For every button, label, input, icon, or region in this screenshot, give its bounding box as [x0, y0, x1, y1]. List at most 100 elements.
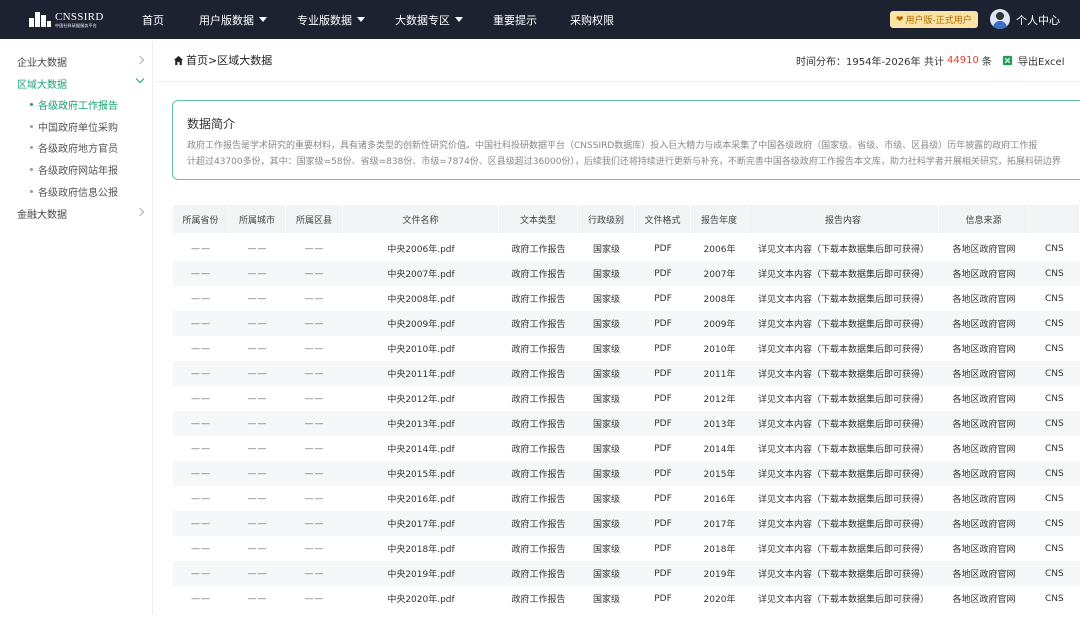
cell-filename: 中央2014年.pdf — [387, 445, 455, 455]
column-header-report-year[interactable]: 报告年度 — [691, 205, 748, 233]
column-header-text-type[interactable]: 文本类型 — [499, 205, 578, 233]
cell-extra: CNS — [1045, 343, 1064, 354]
breadcrumb-text[interactable]: 首页>区域大数据 — [186, 52, 272, 68]
cell-report-content: 详见文本内容（下载本数据集后即可获得） — [757, 570, 929, 580]
sidebar-subitem-gov-purchase[interactable]: 中国政府单位采购 — [30, 116, 118, 136]
cell-admin-level: 国家级 — [592, 470, 620, 480]
avatar[interactable] — [990, 9, 1010, 29]
sidebar-item-region[interactable]: 区域大数据 — [17, 73, 145, 93]
table-row[interactable]: —— —— —— 中央2016年.pdf 政府工作报告 国家级 PDF 2016年 详见文本内容… — [173, 486, 1080, 511]
cell-city: —— — [247, 493, 268, 504]
nav-notice[interactable]: 重要提示 — [493, 0, 537, 39]
table-row[interactable]: —— —— —— 中央2020年.pdf 政府工作报告 国家级 PDF 2020年 详见文本内容… — [173, 586, 1080, 611]
cell-report-year: 2009年 — [703, 320, 736, 330]
export-excel-button[interactable]: 导出Excel — [1002, 50, 1065, 70]
column-header-file-format[interactable]: 文件格式 — [635, 205, 691, 233]
column-header-extra[interactable] — [1029, 205, 1080, 233]
cell-city: —— — [247, 418, 268, 429]
nav-purchase[interactable]: 采购权限 — [570, 0, 614, 39]
cell-city: —— — [247, 293, 268, 304]
table-row[interactable]: —— —— —— 中央2009年.pdf 政府工作报告 国家级 PDF 2009年 详见文本内容… — [173, 311, 1080, 336]
cell-county: —— — [304, 468, 325, 479]
cell-report-content: 详见文本内容（下载本数据集后即可获得） — [757, 545, 929, 555]
sidebar-item-enterprise[interactable]: 企业大数据 — [17, 51, 145, 71]
table-row[interactable]: —— —— —— 中央2015年.pdf 政府工作报告 国家级 PDF 2015年 详见文本内容… — [173, 461, 1080, 486]
cell-report-content: 详见文本内容（下载本数据集后即可获得） — [757, 320, 929, 330]
excel-icon — [1002, 55, 1013, 65]
cell-text-type: 政府工作报告 — [511, 595, 566, 605]
column-header-report-content[interactable]: 报告内容 — [748, 205, 939, 233]
cell-report-year: 2012年 — [703, 395, 736, 405]
column-header-county[interactable]: 所属区县 — [286, 205, 343, 233]
cell-report-year: 2018年 — [703, 545, 736, 555]
cell-source: 各地区政府官网 — [952, 520, 1016, 530]
table-row[interactable]: —— —— —— 中央2011年.pdf 政府工作报告 国家级 PDF 2011年 详见文本内容… — [173, 361, 1080, 386]
cell-file-format: PDF — [654, 393, 672, 404]
caret-down-icon — [455, 17, 463, 22]
cell-county: —— — [304, 293, 325, 304]
table-row[interactable]: —— —— —— 中央2006年.pdf 政府工作报告 国家级 PDF 2006年 详见文本内容… — [173, 236, 1080, 261]
cell-extra: CNS — [1045, 493, 1064, 504]
table-row[interactable]: —— —— —— 中央2008年.pdf 政府工作报告 国家级 PDF 2008年 详见文本内容… — [173, 286, 1080, 311]
cell-file-format: PDF — [654, 443, 672, 454]
nav-bigdata[interactable]: 大数据专区 — [395, 0, 463, 39]
cell-source: 各地区政府官网 — [952, 295, 1016, 305]
table-row[interactable]: —— —— —— 中央2014年.pdf 政府工作报告 国家级 PDF 2014年 详见文本内容… — [173, 436, 1080, 461]
column-header-source[interactable]: 信息来源 — [939, 205, 1029, 233]
cell-text-type: 政府工作报告 — [511, 545, 566, 555]
column-header-province[interactable]: 所属省份 — [173, 205, 229, 233]
cell-report-year: 2013年 — [703, 420, 736, 430]
home-icon[interactable] — [173, 55, 184, 66]
user-tier-badge[interactable]: ❤ 用户版-正式用户 — [890, 11, 978, 28]
nav-pro-data[interactable]: 专业版数据 — [297, 0, 365, 39]
column-header-city[interactable]: 所属城市 — [229, 205, 286, 233]
cell-county: —— — [304, 268, 325, 279]
cell-admin-level: 国家级 — [592, 270, 620, 280]
table-row[interactable]: —— —— —— 中央2012年.pdf 政府工作报告 国家级 PDF 2012年 详见文本内容… — [173, 386, 1080, 411]
cell-report-content: 详见文本内容（下载本数据集后即可获得） — [757, 470, 929, 480]
table-row[interactable]: —— —— —— 中央2007年.pdf 政府工作报告 国家级 PDF 2007年 详见文本内容… — [173, 261, 1080, 286]
table-row[interactable]: —— —— —— 中央2019年.pdf 政府工作报告 国家级 PDF 2019年 详见文本内容… — [173, 561, 1080, 586]
cell-city: —— — [247, 318, 268, 329]
cell-source: 各地区政府官网 — [952, 495, 1016, 505]
cell-report-year: 2015年 — [703, 470, 736, 480]
cell-province: —— — [191, 518, 211, 529]
cell-county: —— — [304, 518, 325, 529]
profile-link[interactable]: 个人中心 — [1016, 0, 1060, 39]
column-header-filename[interactable]: 文件名称 — [343, 205, 499, 233]
cell-file-format: PDF — [654, 518, 672, 529]
cell-text-type: 政府工作报告 — [511, 470, 566, 480]
table-row[interactable]: —— —— —— 中央2013年.pdf 政府工作报告 国家级 PDF 2013年 详见文本内容… — [173, 411, 1080, 436]
column-header-admin-level[interactable]: 行政级别 — [578, 205, 635, 233]
cell-province: —— — [191, 568, 211, 579]
cell-extra: CNS — [1045, 593, 1064, 604]
table-row[interactable]: —— —— —— 中央2018年.pdf 政府工作报告 国家级 PDF 2018年 详见文本内容… — [173, 536, 1080, 561]
cell-filename: 中央2011年.pdf — [387, 370, 455, 380]
cell-city: —— — [247, 593, 268, 604]
sidebar-subitem-officials[interactable]: 各级政府地方官员 — [30, 137, 118, 157]
cell-admin-level: 国家级 — [592, 420, 620, 430]
table-row[interactable]: —— —— —— 中央2017年.pdf 政府工作报告 国家级 PDF 2017年 详见文本内容… — [173, 511, 1080, 536]
sidebar-subitem-gov-report[interactable]: 各级政府工作报告 — [30, 94, 118, 114]
sidebar-subitem-web-annual[interactable]: 各级政府网站年报 — [30, 159, 118, 179]
cell-admin-level: 国家级 — [592, 495, 620, 505]
cell-source: 各地区政府官网 — [952, 470, 1016, 480]
cell-extra: CNS — [1045, 418, 1064, 429]
sidebar-subitem-gazette[interactable]: 各级政府信息公报 — [30, 181, 118, 201]
cell-admin-level: 国家级 — [592, 445, 620, 455]
cell-report-year: 2008年 — [703, 295, 736, 305]
sidebar-item-finance[interactable]: 金融大数据 — [17, 203, 145, 223]
cell-report-year: 2016年 — [703, 495, 736, 505]
data-table: 所属省份 所属城市 所属区县 文件名称 文本类型 行政级别 文件格式 报告年度 报告内容 信息来源… — [173, 205, 1080, 617]
nav-user-data[interactable]: 用户版数据 — [199, 0, 267, 39]
cell-report-content: 详见文本内容（下载本数据集后即可获得） — [757, 520, 929, 530]
cell-text-type: 政府工作报告 — [511, 520, 566, 530]
cell-filename: 中央2015年.pdf — [387, 470, 455, 480]
table-row[interactable]: —— —— —— 中央2010年.pdf 政府工作报告 国家级 PDF 2010年 详见文本内容… — [173, 336, 1080, 361]
site-logo[interactable]: CNSSIRD 中国社科研据服务平台 — [29, 10, 104, 29]
cell-source: 各地区政府官网 — [952, 570, 1016, 580]
cell-source: 各地区政府官网 — [952, 545, 1016, 555]
cell-extra: CNS — [1045, 243, 1064, 254]
nav-home[interactable]: 首页 — [142, 0, 164, 39]
cell-report-content: 详见文本内容（下载本数据集后即可获得） — [757, 270, 929, 280]
